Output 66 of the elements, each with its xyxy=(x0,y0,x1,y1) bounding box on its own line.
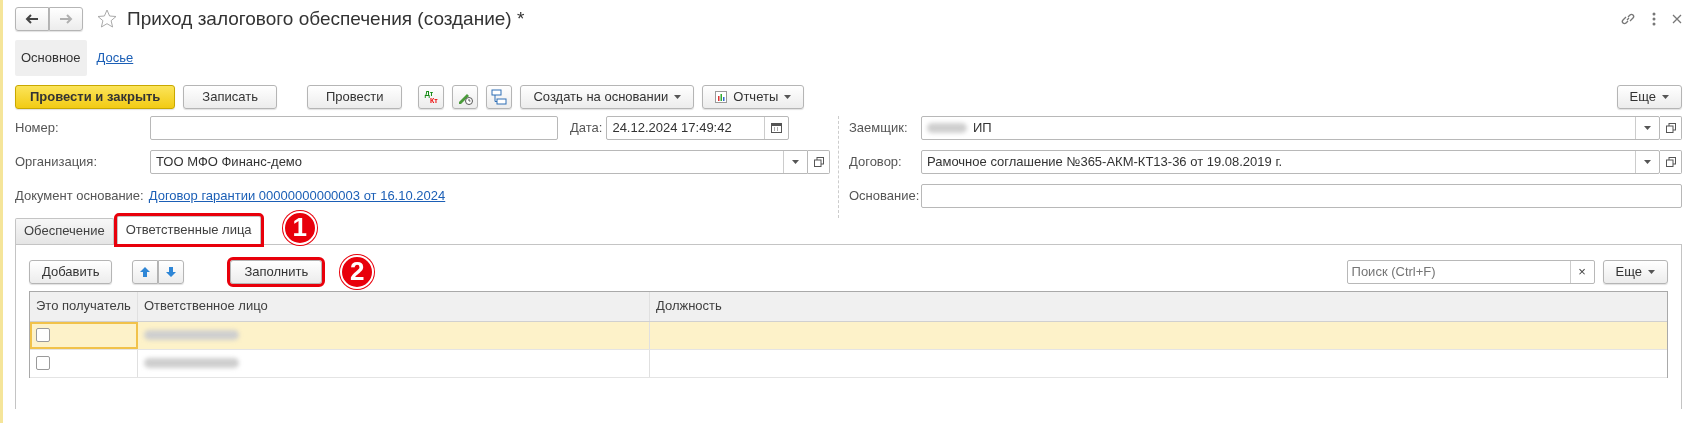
star-icon[interactable] xyxy=(97,9,117,29)
caret-icon xyxy=(1648,269,1655,274)
window-title: Приход залогового обеспечения (создание) * xyxy=(127,6,525,31)
field-label: Дата: xyxy=(570,118,603,137)
back-button[interactable] xyxy=(15,7,49,31)
field-label: Номер: xyxy=(15,118,60,137)
calendar-icon[interactable] xyxy=(771,122,783,133)
chart-icon xyxy=(715,90,728,103)
up-arrow-icon xyxy=(139,265,152,278)
dropdown-icon[interactable] xyxy=(1644,125,1651,130)
field-label: Заемщик: xyxy=(849,118,909,137)
clear-button[interactable]: × xyxy=(1569,260,1594,283)
right-arrow-icon xyxy=(59,13,73,25)
checkbox[interactable] xyxy=(36,328,50,342)
tab[interactable]: Обеспечение xyxy=(15,217,114,244)
down-arrow-icon xyxy=(165,265,178,278)
field-label: Договор: xyxy=(849,152,903,171)
more-button[interactable]: Еще xyxy=(1616,84,1682,109)
number-field[interactable] xyxy=(150,115,558,140)
create-based-button[interactable]: Создать на основании xyxy=(520,84,695,109)
move-up-button[interactable] xyxy=(132,259,159,284)
action-button[interactable]: Записать xyxy=(183,84,277,109)
checkbox[interactable] xyxy=(36,356,50,370)
dropdown-icon[interactable] xyxy=(792,159,799,164)
left-arrow-icon xyxy=(25,13,39,25)
caret-icon xyxy=(784,94,792,99)
callout-badge: 2 xyxy=(340,254,375,289)
open-icon xyxy=(813,156,824,167)
section-link[interactable]: Досье xyxy=(90,40,140,76)
menu-icon[interactable] xyxy=(1652,12,1656,26)
dropdown-icon[interactable] xyxy=(1644,159,1651,164)
date-field[interactable]: 24.12.2024 17:49:42 xyxy=(606,115,790,140)
structure-button[interactable] xyxy=(486,84,513,109)
open-button[interactable] xyxy=(1660,115,1682,140)
field-label: Документ основание: xyxy=(15,186,144,205)
column-header[interactable]: Это получатель xyxy=(30,291,138,321)
history-button[interactable] xyxy=(452,84,479,109)
more-button[interactable]: Еще xyxy=(1602,259,1668,284)
text-field[interactable] xyxy=(921,183,1682,208)
fill-button[interactable]: Заполнить xyxy=(230,259,323,284)
callout-badge: 1 xyxy=(282,210,317,245)
open-button[interactable] xyxy=(808,149,830,174)
open-icon xyxy=(1665,156,1676,167)
column-header[interactable]: Ответственное лицо xyxy=(138,291,650,321)
section-link[interactable]: Основное xyxy=(15,40,87,76)
move-down-button[interactable] xyxy=(158,259,185,284)
field-label: Организация: xyxy=(15,152,99,171)
post-close-button[interactable]: Провести и закрыть xyxy=(15,84,176,109)
reports-button[interactable]: Отчеты xyxy=(702,84,805,109)
caret-icon xyxy=(674,94,682,99)
open-icon xyxy=(1665,122,1676,133)
document-link[interactable]: Договор гарантии 00000000000003 от 16.10.2024 xyxy=(148,185,446,206)
action-button[interactable]: Провести xyxy=(306,84,403,109)
search-field[interactable]: Поиск (Ctrl+F) × xyxy=(1346,259,1595,284)
link-icon[interactable] xyxy=(1620,11,1636,27)
tab[interactable]: Ответственные лица xyxy=(116,215,261,244)
select-field[interactable]: Рамочное соглашение №365-АКМ-КТ13-36 от 19.08.2019 г. xyxy=(921,149,1660,174)
structure-icon xyxy=(491,88,508,105)
close-icon[interactable] xyxy=(1672,14,1682,24)
select-field[interactable]: ИП xyxy=(921,115,1660,140)
column-header[interactable]: Должность xyxy=(650,291,1667,321)
add-button[interactable]: Добавить xyxy=(29,259,113,284)
select-field[interactable]: ТОО МФО Финанс-демо xyxy=(150,149,808,174)
open-button[interactable] xyxy=(1660,149,1682,174)
caret-icon xyxy=(1662,94,1669,99)
field-label: Основание: xyxy=(849,186,921,205)
